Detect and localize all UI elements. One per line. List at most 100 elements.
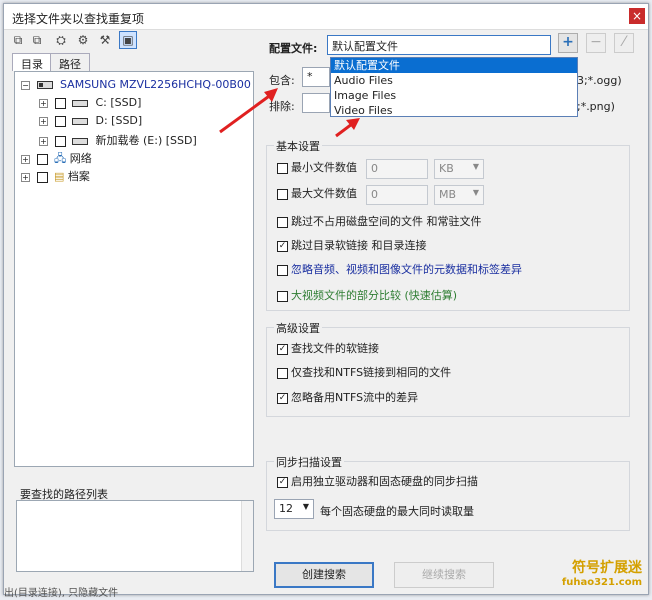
tree-drive-d[interactable]: + D: [SSD] <box>39 114 142 132</box>
advanced-settings-title: 高级设置 <box>274 320 322 336</box>
copy-icon[interactable]: ⧉ <box>9 31 27 49</box>
min-size-option[interactable]: 最小文件数值 <box>277 159 357 177</box>
add-config-button[interactable]: + <box>558 33 578 53</box>
soft-links-checkbox[interactable]: ✓ <box>277 343 288 355</box>
tree-drive-e[interactable]: + 新加载卷 (E:) [SSD] <box>39 132 197 150</box>
archive-icon: ▤ <box>54 170 65 183</box>
max-size-checkbox[interactable] <box>277 188 288 200</box>
monitor-icon[interactable]: ▣ <box>119 31 137 49</box>
dropdown-item-default[interactable]: 默认配置文件 <box>331 58 577 73</box>
skip-empty-option[interactable]: 跳过不占用磁盘空间的文件 和常驻文件 <box>277 213 482 231</box>
soft-links-option[interactable]: ✓ 查找文件的软链接 <box>277 340 379 358</box>
users-icon[interactable]: ⚙ <box>74 31 92 49</box>
ntfs-links-label: 仅查找和NTFS链接到相同的文件 <box>291 366 452 379</box>
config-label: 配置文件: <box>269 42 318 55</box>
path-list[interactable] <box>16 500 254 572</box>
continue-search-button[interactable]: 继续搜索 <box>394 562 494 588</box>
chevron-down-icon: ▼ <box>472 162 479 171</box>
expand-icon[interactable]: + <box>21 154 30 164</box>
scan-icon[interactable]: ⚒ <box>96 31 114 49</box>
edit-config-button[interactable]: ⁄ <box>614 33 634 53</box>
ntfs-streams-checkbox[interactable]: ✓ <box>277 392 288 404</box>
tab-directory[interactable]: 目录 <box>12 53 52 71</box>
skip-links-checkbox[interactable]: ✓ <box>277 240 288 252</box>
archive-label: 档案 <box>67 170 90 183</box>
ntfs-links-option[interactable]: 仅查找和NTFS链接到相同的文件 <box>277 364 451 382</box>
skip-links-option[interactable]: ✓ 跳过目录软链接 和目录连接 <box>277 237 427 255</box>
min-size-input[interactable]: 0 <box>366 159 428 179</box>
network-icon: 🖧 <box>54 152 67 165</box>
tree-network[interactable]: + 🖧 网络 <box>21 150 92 168</box>
dropdown-item-video[interactable]: Video Files <box>331 103 577 118</box>
bottom-status-text: 出(目录连接), 只隐藏文件 <box>4 588 119 599</box>
expand-icon[interactable]: + <box>39 136 48 146</box>
min-size-unit-select[interactable]: KB ▼ <box>434 159 484 179</box>
soft-links-label: 查找文件的软链接 <box>291 342 379 355</box>
min-size-label: 最小文件数值 <box>291 161 357 174</box>
ignore-metadata-checkbox[interactable] <box>277 264 288 276</box>
ntfs-streams-label: 忽略备用NTFS流中的差异 <box>291 391 419 404</box>
sync-scan-label: 启用独立驱动器和固态硬盘的同步扫描 <box>291 475 478 488</box>
skip-empty-checkbox[interactable] <box>277 216 288 228</box>
drive-d-label: D: [SSD] <box>95 114 143 127</box>
max-size-option[interactable]: 最大文件数值 <box>277 185 357 203</box>
collapse-icon[interactable]: − <box>21 80 30 90</box>
sync-scan-checkbox[interactable]: ✓ <box>277 476 288 488</box>
expand-icon[interactable]: + <box>39 98 48 108</box>
ignore-metadata-option[interactable]: 忽略音频、视频和图像文件的元数据和标签差异 <box>277 261 522 279</box>
max-size-label: 最大文件数值 <box>291 187 357 200</box>
watermark-line2: fuhao321.com <box>561 577 642 588</box>
config-dropdown-list[interactable]: 默认配置文件 Audio Files Image Files Video Fil… <box>330 57 578 117</box>
partial-compare-checkbox[interactable] <box>277 290 288 302</box>
min-size-checkbox[interactable] <box>277 162 288 174</box>
drive-e-label: 新加载卷 (E:) [SSD] <box>95 134 197 147</box>
archive-checkbox[interactable] <box>36 171 48 183</box>
window-title: 选择文件夹以查找重复项 <box>12 12 145 26</box>
annotation-arrows <box>219 88 360 138</box>
max-size-unit: MB <box>439 188 457 201</box>
network-icon[interactable]: ⛭ <box>52 31 70 49</box>
drive-e-checkbox[interactable] <box>54 135 66 147</box>
partial-compare-option[interactable]: 大视频文件的部分比较 (快速估算) <box>277 287 457 305</box>
drive-icon <box>72 138 88 145</box>
tree-archive[interactable]: + ▤ 档案 <box>21 168 90 186</box>
remove-config-button[interactable]: − <box>586 33 606 53</box>
partial-compare-label: 大视频文件的部分比较 (快速估算) <box>291 289 458 302</box>
ignore-metadata-label: 忽略音频、视频和图像文件的元数据和标签差异 <box>291 263 522 276</box>
expand-icon[interactable]: + <box>39 116 48 126</box>
close-button[interactable]: × <box>629 8 645 24</box>
sync-scan-option[interactable]: ✓ 启用独立驱动器和固态硬盘的同步扫描 <box>277 473 478 491</box>
path-list-scrollbar[interactable] <box>241 501 253 571</box>
copy2-icon[interactable]: ⧉ <box>28 31 46 49</box>
config-select[interactable]: 默认配置文件 <box>327 35 551 55</box>
chevron-down-icon: ▼ <box>472 188 479 197</box>
tree-drive-c[interactable]: + C: [SSD] <box>39 96 141 114</box>
network-checkbox[interactable] <box>36 153 48 165</box>
skip-links-label: 跳过目录软链接 和目录连接 <box>291 239 427 252</box>
expand-icon[interactable]: + <box>21 172 30 182</box>
ntfs-streams-option[interactable]: ✓ 忽略备用NTFS流中的差异 <box>277 389 418 407</box>
network-label: 网络 <box>69 152 92 165</box>
max-size-input[interactable]: 0 <box>366 185 428 205</box>
read-count-select[interactable]: 12 ▼ <box>274 499 314 519</box>
sync-settings-group <box>266 461 630 531</box>
max-size-unit-select[interactable]: MB ▼ <box>434 185 484 205</box>
dialog-window: 选择文件夹以查找重复项 × ⧉ ⧉ ⛭ ⚙ ⚒ ▣ 目录 路径 − SAMSUN… <box>3 3 649 599</box>
read-count-label: 每个固态硬盘的最大同时读取量 <box>320 505 474 518</box>
create-search-button[interactable]: 创建搜索 <box>274 562 374 588</box>
title-bar: 选择文件夹以查找重复项 × <box>4 4 648 30</box>
drive-d-checkbox[interactable] <box>54 115 66 127</box>
watermark: 符号扩展迷 fuhao321.com <box>562 557 642 588</box>
ntfs-links-checkbox[interactable] <box>277 367 288 379</box>
drive-c-label: C: [SSD] <box>95 96 142 109</box>
drive-icon <box>72 118 88 125</box>
drive-icon <box>72 100 88 107</box>
read-count-value: 12 <box>279 502 293 515</box>
dropdown-item-audio[interactable]: Audio Files <box>331 73 577 88</box>
dropdown-item-image[interactable]: Image Files <box>331 88 577 103</box>
drive-c-checkbox[interactable] <box>54 97 66 109</box>
tab-path[interactable]: 路径 <box>50 53 90 71</box>
min-size-unit: KB <box>439 162 454 175</box>
skip-empty-label: 跳过不占用磁盘空间的文件 和常驻文件 <box>291 215 482 228</box>
hdd-icon <box>36 81 53 89</box>
